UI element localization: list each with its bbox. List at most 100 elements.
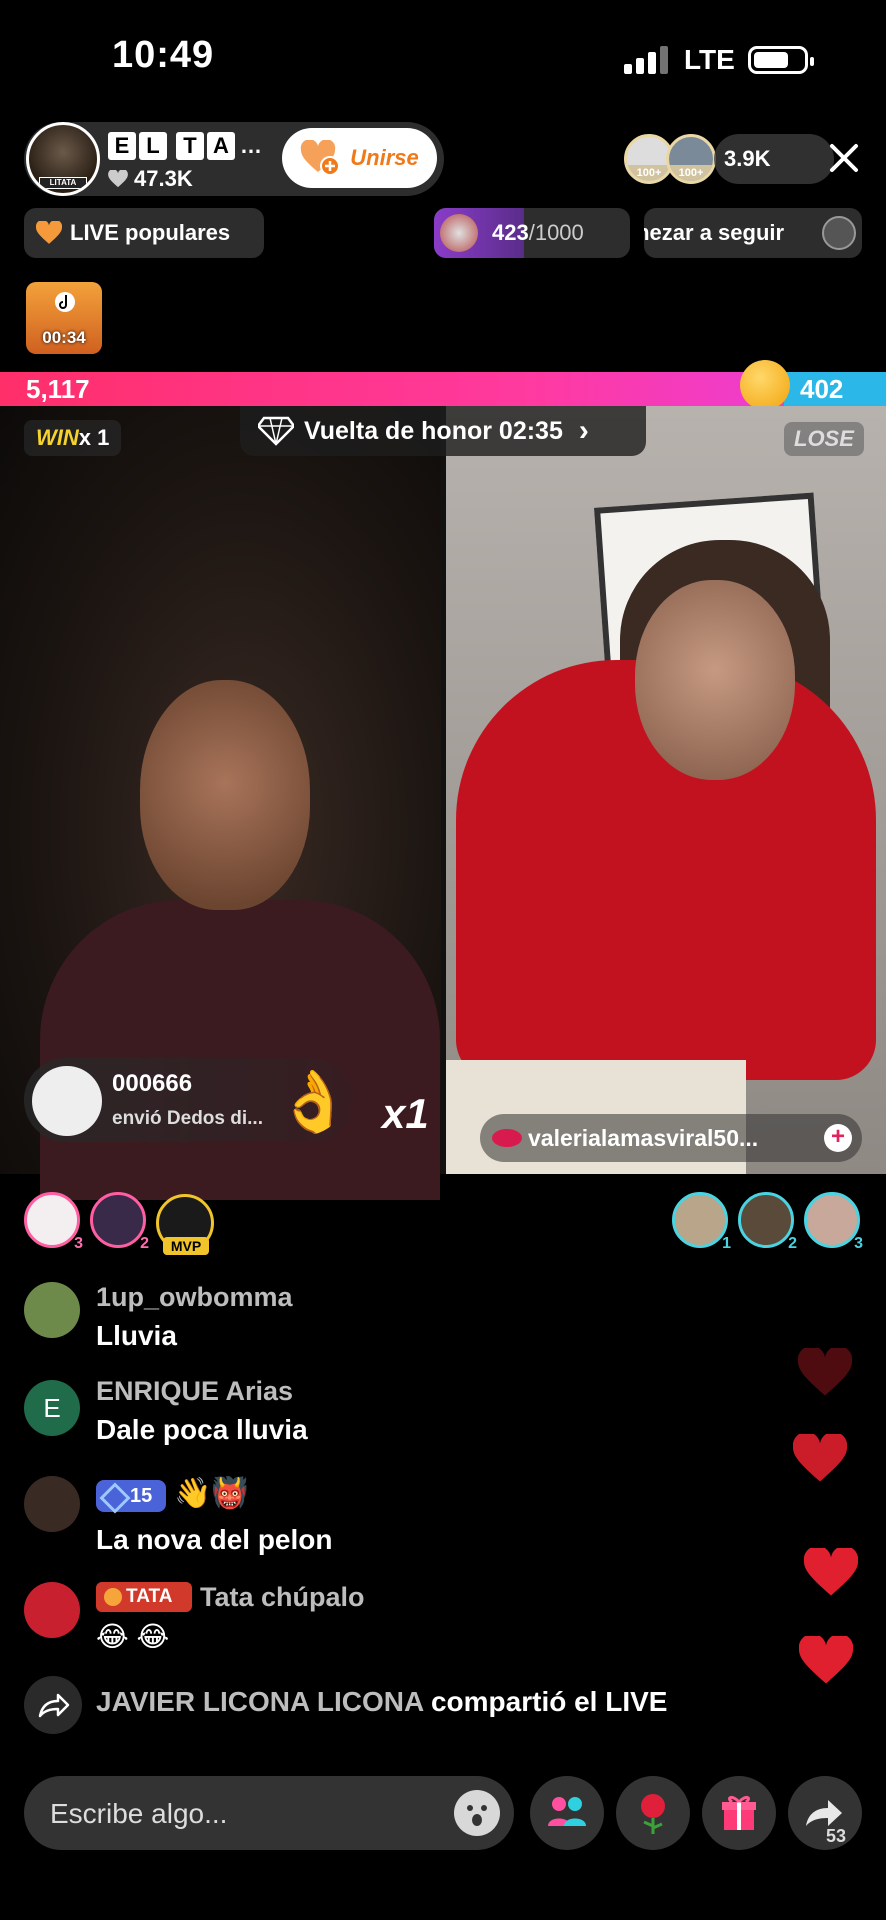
chat-avatar[interactable]	[24, 1582, 80, 1638]
floating-heart-icon	[798, 1348, 852, 1396]
gifter-avatar[interactable]: 2	[90, 1192, 149, 1252]
chevron-right-icon: ›	[578, 414, 589, 447]
follow-banner[interactable]: mezar a seguir	[644, 208, 862, 258]
share-arrow-icon	[24, 1676, 82, 1734]
lose-badge: LOSE	[784, 422, 864, 456]
goal-current: 423	[492, 220, 529, 245]
share-icon	[806, 1800, 842, 1826]
gifter-avatar[interactable]: 3	[24, 1192, 83, 1252]
share-button[interactable]	[788, 1776, 862, 1850]
fan-club-badge: TATA	[96, 1582, 192, 1612]
join-label: Unirse	[350, 145, 419, 170]
sunglasses-emoji-icon	[740, 360, 790, 410]
gift-sender-name: 000666	[112, 1070, 193, 1097]
follow-text: mezar a seguir	[644, 220, 785, 245]
chat-message: Lluvia	[96, 1320, 177, 1351]
chat-emojis: 👋👹	[174, 1477, 249, 1510]
mvp-avatar[interactable]: MVP	[156, 1194, 214, 1255]
host-avatar[interactable]: LITATA	[26, 122, 100, 196]
gift-button[interactable]	[702, 1776, 776, 1850]
treasure-chest[interactable]: 00:34	[26, 282, 102, 354]
treasure-timer: 00:34	[42, 328, 86, 347]
guest-user-tag[interactable]: valerialamasviral50... +	[480, 1114, 862, 1162]
join-button[interactable]: Unirse	[282, 128, 437, 188]
mvp-badge: MVP	[163, 1237, 209, 1255]
left-person-body	[40, 900, 440, 1200]
floating-heart-icon	[793, 1434, 847, 1482]
battery-icon	[748, 46, 814, 74]
right-score: 402	[800, 374, 844, 404]
gifter-rank: 2	[788, 1235, 797, 1252]
chat-username[interactable]: ENRIQUE Arias	[96, 1376, 293, 1407]
follow-plus-button[interactable]: +	[824, 1124, 852, 1152]
chat-username[interactable]: 1up_owbomma	[96, 1282, 293, 1313]
signal-icon	[624, 46, 670, 74]
chat-avatar[interactable]	[24, 1476, 80, 1532]
people-icon	[548, 1797, 586, 1826]
emoji-icon[interactable]	[454, 1790, 500, 1836]
share-event-user[interactable]: JAVIER LICONA LICONA	[96, 1686, 423, 1717]
goal-progress[interactable]: 423/1000	[434, 208, 630, 258]
gifter-avatar[interactable]: 1	[672, 1192, 731, 1252]
viewer-count[interactable]: 3.9K	[714, 134, 834, 184]
chat-message: 😂 😂	[96, 1621, 170, 1652]
chat-message: La nova del pelon	[96, 1524, 333, 1555]
host-likes: 47.3K	[108, 166, 193, 192]
chat-avatar[interactable]: E	[24, 1380, 80, 1436]
gifter-rank: 2	[140, 1235, 149, 1252]
host-name-letter: L	[139, 132, 167, 160]
gifter-avatar[interactable]: 2	[738, 1192, 797, 1252]
gifter-rank: 3	[74, 1235, 83, 1252]
host-name: E L T A …	[108, 132, 262, 160]
live-popular-button[interactable]: LIVE populares	[24, 208, 264, 258]
viewer-avatar[interactable]: 100+	[666, 134, 716, 184]
diamond-icon	[258, 416, 294, 446]
right-person-head	[635, 580, 795, 780]
gift-box-icon	[722, 1795, 756, 1830]
live-popular-label: LIVE populares	[70, 220, 231, 245]
host-name-letter: A	[207, 132, 235, 160]
share-event-action: compartió el LIVE	[423, 1686, 668, 1717]
chat-avatar[interactable]	[24, 1282, 80, 1338]
heart-icon	[36, 221, 62, 244]
comment-placeholder[interactable]: Escribe algo...	[50, 1798, 227, 1830]
win-badge: WINx 1	[24, 420, 122, 456]
floating-heart-icon	[799, 1636, 853, 1684]
close-icon[interactable]	[824, 138, 864, 178]
rose-gift-button[interactable]	[616, 1776, 690, 1850]
goal-total: /1000	[528, 220, 584, 245]
chat-message: Dale poca lluvia	[96, 1414, 308, 1445]
lips-icon	[492, 1129, 522, 1147]
goal-icon	[440, 214, 478, 252]
chat-username[interactable]: Tata chúpalo	[200, 1582, 365, 1613]
network-type: LTE	[684, 44, 735, 75]
goal-text: 423/1000	[492, 220, 584, 246]
gifter-rank: 1	[722, 1235, 731, 1252]
floating-heart-icon	[804, 1548, 858, 1596]
heart-plus-icon	[301, 140, 341, 176]
guest-username: valerialamasviral50...	[528, 1124, 759, 1151]
gifter-rank: 3	[854, 1235, 863, 1252]
gift-sender-avatar[interactable]	[32, 1066, 102, 1136]
likes-count: 47.3K	[134, 166, 193, 191]
left-score: 5,117	[26, 374, 90, 404]
host-name-ellipsis: …	[240, 133, 262, 158]
compass-icon	[822, 216, 856, 250]
gift-message: envió Dedos di...	[112, 1108, 263, 1129]
viewer-badge: 100+	[669, 165, 713, 181]
left-person-head	[140, 680, 310, 910]
win-text: WIN	[36, 425, 79, 450]
avatar-tag: LITATA	[39, 177, 87, 189]
host-name-letter: T	[176, 132, 204, 160]
honor-text: Vuelta de honor 02:35	[304, 416, 563, 445]
gift-hand-icon: 👌	[276, 1068, 351, 1135]
pane-divider	[441, 406, 446, 1174]
host-name-letter: E	[108, 132, 136, 160]
honor-lap-button[interactable]: Vuelta de honor 02:35 ›	[240, 406, 646, 456]
win-multiplier: x 1	[78, 425, 110, 450]
gift-multiplier: x1	[382, 1090, 429, 1137]
status-time: 10:49	[112, 34, 215, 76]
multi-guest-button[interactable]	[530, 1776, 604, 1850]
tiktok-icon	[55, 292, 75, 312]
gifter-avatar[interactable]: 3	[804, 1192, 863, 1252]
